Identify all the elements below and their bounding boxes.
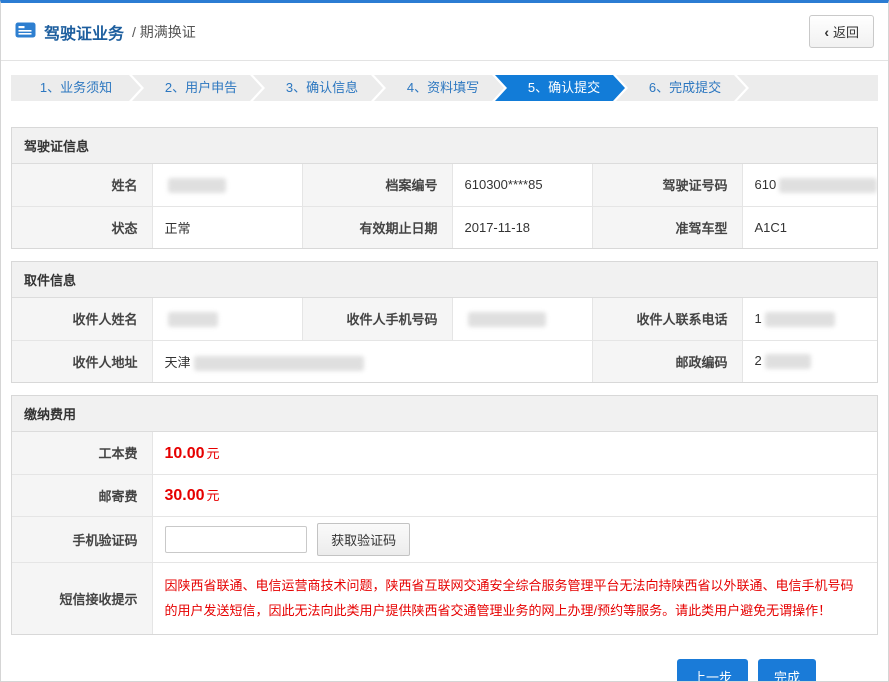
fees-table: 工本费 10.00元 邮寄费 30.00元 手机验证码 获取验证码 短信接收提示 [12, 432, 877, 634]
action-buttons: 上一步 完成 [11, 647, 878, 682]
redacted-address [194, 356, 364, 371]
mail-fee-amount: 30.00 [165, 487, 205, 504]
license-no-label: 驾驶证号码 [592, 164, 742, 206]
steps-bar: 1、业务须知 2、用户申告 3、确认信息 4、资料填写 5、确认提交 6、完成提… [11, 75, 878, 101]
license-info-section: 驾驶证信息 姓名 档案编号 610300****85 驾驶证号码 610 状态 [11, 127, 878, 249]
license-no-value: 610 [742, 164, 877, 206]
content: 驾驶证信息 姓名 档案编号 610300****85 驾驶证号码 610 状态 [1, 127, 888, 682]
redacted-name [168, 178, 226, 193]
production-fee-label: 工本费 [12, 432, 152, 474]
table-row: 邮寄费 30.00元 [12, 474, 877, 516]
license-no-prefix: 610 [755, 177, 777, 192]
status-value: 正常 [152, 206, 302, 248]
step-3-confirm-info[interactable]: 3、确认信息 [253, 75, 383, 101]
table-row: 短信接收提示 因陕西省联通、电信运营商技术问题，陕西省互联网交通安全综合服务管理… [12, 562, 877, 634]
file-no-value: 610300****85 [452, 164, 592, 206]
step-6-complete-submit[interactable]: 6、完成提交 [616, 75, 746, 101]
file-no-label: 档案编号 [302, 164, 452, 206]
table-row: 收件人姓名 收件人手机号码 收件人联系电话 1 [12, 298, 877, 340]
vehicle-type-value: A1C1 [742, 206, 877, 248]
mail-fee-unit: 元 [207, 488, 220, 503]
mail-fee-label: 邮寄费 [12, 474, 152, 516]
finish-button[interactable]: 完成 [758, 659, 816, 682]
status-label: 状态 [12, 206, 152, 248]
expiry-label: 有效期止日期 [302, 206, 452, 248]
step-2-user-declaration[interactable]: 2、用户申告 [132, 75, 262, 101]
postal-code-prefix: 2 [755, 353, 762, 368]
fees-section: 缴纳费用 工本费 10.00元 邮寄费 30.00元 手机验证码 获取验证码 [11, 395, 878, 635]
step-1-business-notice[interactable]: 1、业务须知 [11, 75, 141, 101]
production-fee-value: 10.00元 [152, 432, 877, 474]
redacted-license-no [779, 178, 877, 193]
title-group: 驾驶证业务 / 期满换证 [15, 20, 196, 44]
table-row: 收件人地址 天津 邮政编码 2 [12, 340, 877, 382]
recipient-name-value [152, 298, 302, 340]
name-label: 姓名 [12, 164, 152, 206]
back-button[interactable]: ‹ 返回 [809, 15, 874, 48]
redacted-postal-code [765, 354, 811, 369]
page: 驾驶证业务 / 期满换证 ‹ 返回 1、业务须知 2、用户申告 3、确认信息 4… [0, 0, 889, 682]
redacted-recipient-phone [765, 312, 835, 327]
fees-title: 缴纳费用 [12, 396, 877, 432]
table-row: 工本费 10.00元 [12, 432, 877, 474]
back-chevron-icon: ‹ [824, 25, 829, 39]
expiry-value: 2017-11-18 [452, 206, 592, 248]
name-value [152, 164, 302, 206]
postal-code-label: 邮政编码 [592, 340, 742, 382]
sms-notice-cell: 因陕西省联通、电信运营商技术问题，陕西省互联网交通安全综合服务管理平台无法向持陕… [152, 562, 877, 634]
pickup-info-table: 收件人姓名 收件人手机号码 收件人联系电话 1 收件人地址 天津 邮政编码 2 [12, 298, 877, 382]
address-label: 收件人地址 [12, 340, 152, 382]
recipient-mobile-label: 收件人手机号码 [302, 298, 452, 340]
back-label: 返回 [833, 22, 859, 41]
sms-notice-label: 短信接收提示 [12, 562, 152, 634]
recipient-name-label: 收件人姓名 [12, 298, 152, 340]
pickup-info-title: 取件信息 [12, 262, 877, 298]
sms-code-label: 手机验证码 [12, 516, 152, 562]
prev-step-button[interactable]: 上一步 [677, 659, 748, 682]
recipient-phone-prefix: 1 [755, 311, 762, 326]
table-row: 姓名 档案编号 610300****85 驾驶证号码 610 [12, 164, 877, 206]
vehicle-type-label: 准驾车型 [592, 206, 742, 248]
address-prefix: 天津 [165, 355, 191, 370]
recipient-phone-label: 收件人联系电话 [592, 298, 742, 340]
get-sms-code-button[interactable]: 获取验证码 [317, 523, 410, 556]
sms-code-input[interactable] [165, 526, 307, 553]
redacted-recipient-mobile [468, 312, 546, 327]
step-5-confirm-submit[interactable]: 5、确认提交 [495, 75, 625, 101]
sms-code-cell: 获取验证码 [152, 516, 877, 562]
address-value: 天津 [152, 340, 592, 382]
mail-fee-value: 30.00元 [152, 474, 877, 516]
recipient-mobile-value [452, 298, 592, 340]
postal-code-value: 2 [742, 340, 877, 382]
production-fee-amount: 10.00 [165, 445, 205, 462]
page-title: 驾驶证业务 [44, 20, 124, 44]
license-info-title: 驾驶证信息 [12, 128, 877, 164]
license-business-icon [15, 22, 36, 41]
sms-notice-text: 因陕西省联通、电信运营商技术问题，陕西省互联网交通安全综合服务管理平台无法向持陕… [165, 573, 866, 623]
production-fee-unit: 元 [207, 446, 220, 461]
steps-filler [737, 75, 878, 101]
page-subtitle: / 期满换证 [132, 22, 196, 42]
table-row: 状态 正常 有效期止日期 2017-11-18 准驾车型 A1C1 [12, 206, 877, 248]
recipient-phone-value: 1 [742, 298, 877, 340]
license-info-table: 姓名 档案编号 610300****85 驾驶证号码 610 状态 正常 有效期… [12, 164, 877, 248]
redacted-recipient-name [168, 312, 218, 327]
table-row: 手机验证码 获取验证码 [12, 516, 877, 562]
pickup-info-section: 取件信息 收件人姓名 收件人手机号码 收件人联系电话 1 收件人地址 [11, 261, 878, 383]
step-4-fill-data[interactable]: 4、资料填写 [374, 75, 504, 101]
page-header: 驾驶证业务 / 期满换证 ‹ 返回 [1, 3, 888, 61]
